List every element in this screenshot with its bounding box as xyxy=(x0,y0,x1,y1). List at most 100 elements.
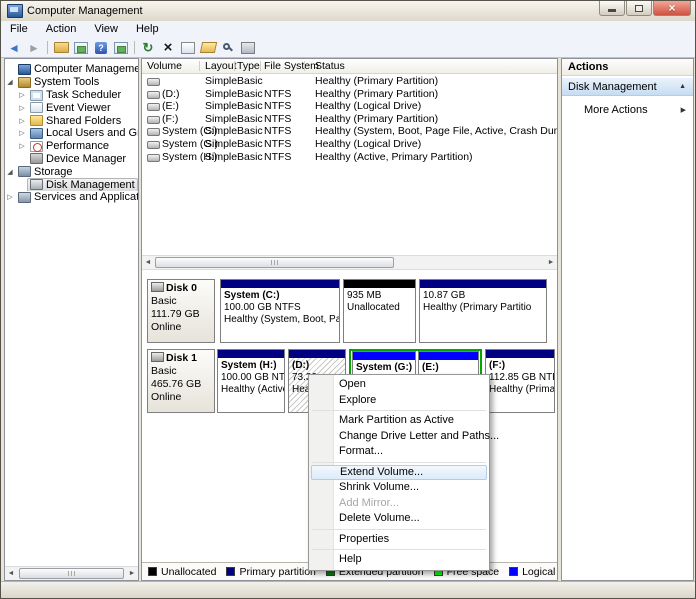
column-header-layout[interactable]: Layout xyxy=(205,60,237,72)
refresh-icon[interactable] xyxy=(140,40,156,56)
scrollbar-thumb[interactable] xyxy=(19,568,124,579)
menu-item-delete-volume[interactable]: Delete Volume... xyxy=(309,511,489,527)
actions-group-disk-management[interactable]: Disk Management ▲ xyxy=(562,78,693,96)
menu-item-mark-partition-as-active[interactable]: Mark Partition as Active xyxy=(309,413,489,429)
volume-row[interactable]: Simple Basic Healthy (Primary Partition) xyxy=(142,75,557,88)
disk-0-status: Online xyxy=(151,321,211,334)
menu-item-open[interactable]: Open xyxy=(309,377,489,393)
back-icon[interactable] xyxy=(6,40,22,56)
volume-layout: Simple xyxy=(205,88,237,100)
tree-item-computer-management[interactable]: Computer Management (Local xyxy=(5,63,138,76)
volume-row[interactable]: (F:) Simple Basic NTFS Healthy (Primary … xyxy=(142,113,557,126)
partition-recovery[interactable]: 10.87 GB Healthy (Primary Partitio xyxy=(419,279,547,343)
find-icon[interactable] xyxy=(220,40,236,56)
menu-help[interactable]: Help xyxy=(127,21,168,35)
maximize-button[interactable] xyxy=(626,1,652,16)
tree-item-services-and-applications[interactable]: ▷ Services and Applications xyxy=(5,191,138,204)
tree-item-disk-management[interactable]: Disk Management xyxy=(5,178,138,191)
tree-item-storage[interactable]: ◢ Storage xyxy=(5,165,138,178)
tree-horizontal-scrollbar[interactable]: ◄ ► xyxy=(5,566,138,580)
menu-item-shrink-volume[interactable]: Shrink Volume... xyxy=(309,480,489,496)
tree-item-local-users-and-groups[interactable]: ▷ Local Users and Groups xyxy=(5,127,138,140)
partition-c[interactable]: System (C:) 100.00 GB NTFS Healthy (Syst… xyxy=(220,279,340,343)
window-title: Computer Management xyxy=(27,5,143,17)
scroll-right-icon[interactable]: ► xyxy=(545,257,557,269)
menu-item-properties[interactable]: Properties xyxy=(309,532,489,548)
menu-item-explore[interactable]: Explore xyxy=(309,393,489,409)
expand-arrow-icon[interactable]: ▷ xyxy=(17,142,27,150)
partition-f[interactable]: (F:) 112.85 GB NTFS Healthy (Primary xyxy=(485,349,555,413)
column-header-type[interactable]: Type xyxy=(237,60,260,72)
help-icon[interactable] xyxy=(93,40,109,56)
volume-row[interactable]: System (H:) Simple Basic NTFS Healthy (A… xyxy=(142,151,557,164)
status-bar xyxy=(1,581,695,598)
disk-0-type: Basic xyxy=(151,295,211,308)
menu-action[interactable]: Action xyxy=(37,21,86,35)
legend-item: Primary partition xyxy=(226,566,315,578)
title-bar[interactable]: Computer Management × xyxy=(1,1,695,22)
volume-row[interactable]: (E:) Simple Basic NTFS Healthy (Logical … xyxy=(142,100,557,113)
disk-1-status: Online xyxy=(151,391,211,404)
minimize-button[interactable] xyxy=(599,1,625,16)
volume-list-horizontal-scrollbar[interactable]: ◄ ► xyxy=(142,255,557,270)
tree-item-task-scheduler[interactable]: ▷ Task Scheduler xyxy=(5,89,138,102)
volume-icon xyxy=(147,154,160,162)
forward-icon[interactable] xyxy=(26,40,42,56)
expand-arrow-icon[interactable]: ▷ xyxy=(17,104,27,112)
column-header-status[interactable]: Status xyxy=(315,60,345,72)
more-actions-item[interactable]: More Actions ▶ xyxy=(562,101,693,118)
disk-1-label-box[interactable]: Disk 1 Basic 465.76 GB Online xyxy=(147,349,215,413)
settings-icon[interactable] xyxy=(240,40,256,56)
volume-row[interactable]: (D:) Simple Basic NTFS Healthy (Primary … xyxy=(142,88,557,101)
menu-bar: FileActionViewHelp xyxy=(1,21,695,38)
menu-item-help[interactable]: Help xyxy=(309,552,489,568)
properties-icon[interactable] xyxy=(180,40,196,56)
show-action-pane-icon[interactable] xyxy=(113,40,129,56)
column-divider[interactable] xyxy=(260,61,261,71)
up-level-icon[interactable] xyxy=(53,40,69,56)
scroll-right-icon[interactable]: ► xyxy=(126,568,138,580)
tree-item-system-tools[interactable]: ◢ System Tools xyxy=(5,76,138,89)
legend-color-swatch xyxy=(226,567,235,576)
close-button[interactable]: × xyxy=(653,1,691,16)
column-divider[interactable] xyxy=(304,61,305,71)
menu-file[interactable]: File xyxy=(1,21,37,35)
column-header-volume[interactable]: Volume xyxy=(147,60,182,72)
scroll-left-icon[interactable]: ◄ xyxy=(142,257,154,269)
expand-arrow-icon[interactable]: ▷ xyxy=(17,129,27,137)
tree-item-event-viewer[interactable]: ▷ Event Viewer xyxy=(5,101,138,114)
column-divider[interactable] xyxy=(234,61,235,71)
menu-view[interactable]: View xyxy=(85,21,127,35)
collapse-icon[interactable]: ▲ xyxy=(679,83,686,90)
expand-arrow-icon[interactable]: ◢ xyxy=(5,78,15,86)
disk-0-label-box[interactable]: Disk 0 Basic 111.79 GB Online xyxy=(147,279,215,343)
partition-unallocated[interactable]: 935 MB Unallocated xyxy=(343,279,416,343)
volume-type: Basic xyxy=(237,138,263,150)
volume-row[interactable]: System (C:) Simple Basic NTFS Healthy (S… xyxy=(142,125,557,138)
menu-item-extend-volume[interactable]: Extend Volume... xyxy=(311,465,487,481)
expand-arrow-icon[interactable]: ◢ xyxy=(5,168,15,176)
scrollbar-thumb[interactable] xyxy=(155,257,394,268)
partition-h[interactable]: System (H:) 100.00 GB NTFS Healthy (Acti… xyxy=(217,349,285,413)
volume-file-system: NTFS xyxy=(264,138,291,150)
expand-arrow-icon[interactable]: ▷ xyxy=(17,117,27,125)
column-divider[interactable] xyxy=(199,61,200,71)
tree-item-shared-folders[interactable]: ▷ Shared Folders xyxy=(5,114,138,127)
tree-item-icon xyxy=(18,192,31,203)
expand-arrow-icon[interactable]: ▷ xyxy=(5,193,15,201)
menu-item-format[interactable]: Format... xyxy=(309,444,489,460)
menu-item-change-drive-letter-and-paths[interactable]: Change Drive Letter and Paths... xyxy=(309,429,489,445)
delete-icon[interactable] xyxy=(160,40,176,56)
column-header-file-system[interactable]: File System xyxy=(264,60,319,72)
tree-item-performance[interactable]: ▷ Performance xyxy=(5,140,138,153)
tree-item-device-manager[interactable]: Device Manager xyxy=(5,153,138,166)
legend-label: Primary partition xyxy=(239,566,315,578)
scroll-left-icon[interactable]: ◄ xyxy=(5,568,17,580)
expand-arrow-icon[interactable]: ▷ xyxy=(17,91,27,99)
partition-color-band xyxy=(420,280,546,288)
volume-row[interactable]: System (G:) Simple Basic NTFS Healthy (L… xyxy=(142,138,557,151)
open-folder-icon[interactable] xyxy=(200,40,216,56)
volume-type: Basic xyxy=(237,125,263,137)
show-console-tree-icon[interactable] xyxy=(73,40,89,56)
volume-status: Healthy (System, Boot, Page File, Active… xyxy=(315,125,558,137)
